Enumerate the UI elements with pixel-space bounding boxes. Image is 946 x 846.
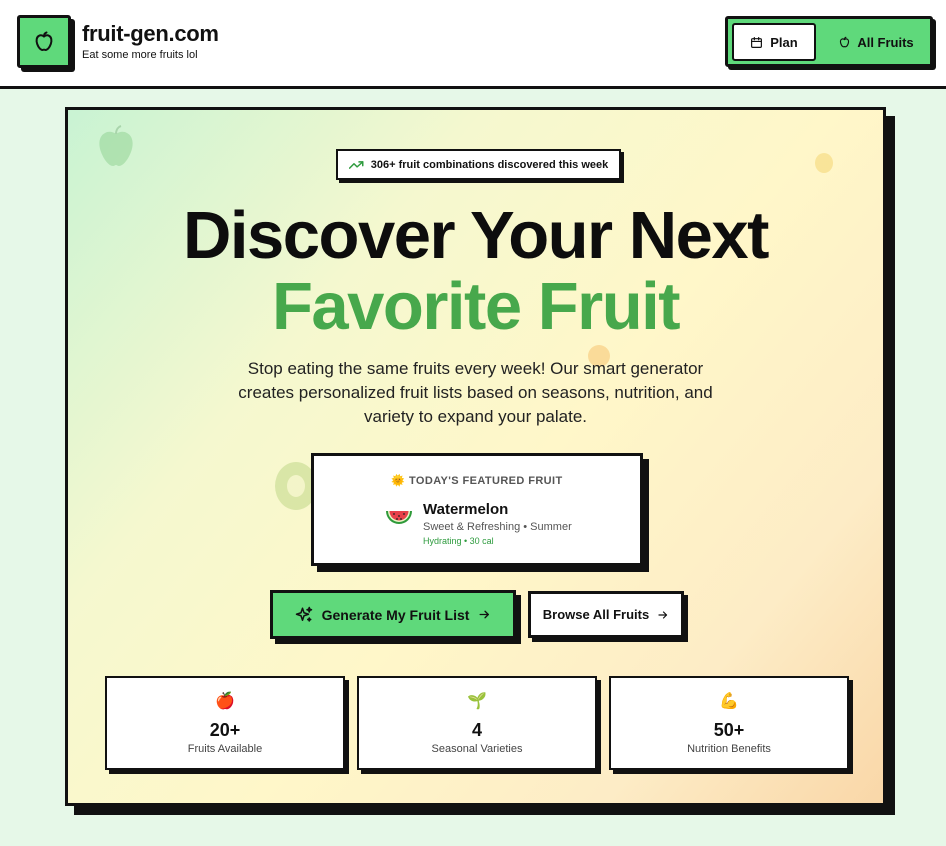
stat-value: 50+ [713, 720, 745, 740]
badge-text: 306+ fruit combinations discovered this … [370, 158, 609, 171]
hero-lead: Stop eating the same fruits every week! … [238, 359, 713, 426]
stat-card-seasonal: 🌱 4 Seasonal Varieties [357, 676, 597, 770]
nav-group: Plan All Fruits [725, 16, 933, 67]
hero-card: 306+ fruit combinations discovered this … [65, 107, 886, 806]
apple-icon [35, 31, 53, 51]
brand-subtitle: Eat some more fruits lol [82, 49, 198, 61]
featured-fruit-meta: Hydrating • 30 cal [423, 536, 494, 546]
stat-value: 20+ [209, 720, 241, 740]
background-lemon-icon [815, 153, 833, 173]
brand-title[interactable]: fruit-gen.com [82, 21, 219, 47]
stat-label: Nutrition Benefits [687, 743, 771, 755]
discoveries-badge: 306+ fruit combinations discovered this … [336, 149, 621, 180]
seedling-icon: 🌱 [467, 693, 487, 710]
watermelon-icon [386, 511, 412, 524]
site-header: fruit-gen.com Eat some more fruits lol P… [0, 0, 946, 89]
featured-fruit-description: Sweet & Refreshing • Summer [423, 521, 572, 533]
stat-card-nutrition: 💪 50+ Nutrition Benefits [609, 676, 849, 770]
browse-button-label: Browse All Fruits [542, 607, 650, 622]
stat-value: 4 [471, 720, 482, 740]
stat-label: Fruits Available [187, 743, 263, 755]
arrow-right-icon [658, 610, 668, 619]
sparkles-icon [295, 606, 312, 622]
headline-line-1: Discover Your Next [183, 198, 769, 273]
all-fruits-nav-label: All Fruits [857, 34, 914, 50]
flexed-biceps-icon: 💪 [719, 693, 739, 710]
red-apple-icon: 🍎 [215, 693, 235, 710]
featured-fruit-card[interactable]: 🌞 TODAY'S FEATURED FRUIT Watermelon Swee… [311, 453, 643, 566]
featured-fruit-name: Watermelon [423, 501, 509, 518]
generate-button-label: Generate My Fruit List [321, 606, 470, 623]
featured-fruit-label: TODAY'S FEATURED FRUIT [408, 475, 563, 487]
trending-up-icon [348, 160, 364, 169]
calendar-icon [751, 36, 763, 48]
headline-line-2: Favorite Fruit [271, 269, 681, 344]
plan-nav-label: Plan [770, 34, 798, 50]
stat-card-fruits: 🍎 20+ Fruits Available [105, 676, 345, 770]
sun-icon: 🌞 [391, 475, 406, 487]
browse-all-fruits-button[interactable]: Browse All Fruits [528, 591, 684, 638]
logo[interactable] [17, 15, 71, 68]
generate-fruit-list-button[interactable]: Generate My Fruit List [270, 590, 516, 639]
all-fruits-nav-button[interactable]: All Fruits [826, 23, 926, 61]
featured-fruit-heading: 🌞 TODAY'S FEATURED FRUIT [314, 474, 640, 487]
arrow-right-icon [479, 610, 490, 619]
stat-label: Seasonal Varieties [431, 743, 523, 755]
plan-nav-button[interactable]: Plan [732, 23, 816, 61]
background-apple-icon [99, 125, 133, 166]
apple-icon [840, 36, 850, 47]
